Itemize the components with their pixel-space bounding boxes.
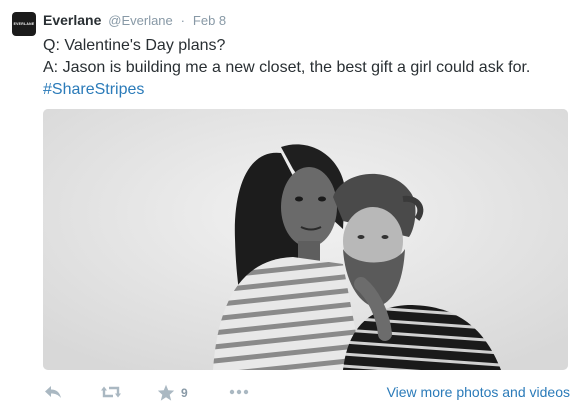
hashtag-link[interactable]: #ShareStripes <box>43 79 573 101</box>
reply-button[interactable] <box>43 384 63 400</box>
separator-dot: · <box>180 13 186 28</box>
avatar[interactable]: EVERLANE <box>12 12 36 36</box>
tweet-actions: 9 View more photos and videos <box>43 380 573 406</box>
star-icon <box>157 384 175 401</box>
tweet-line-2: A: Jason is building me a new closet, th… <box>43 59 531 76</box>
more-icon <box>229 389 249 395</box>
tweet-header: Everlane @Everlane · Feb 8 <box>43 12 226 30</box>
author-name[interactable]: Everlane <box>43 12 101 28</box>
view-more-media-link[interactable]: View more photos and videos <box>387 384 570 400</box>
author-handle[interactable]: @Everlane <box>108 13 173 28</box>
avatar-logo-text: EVERLANE <box>13 22 35 26</box>
reply-icon <box>45 386 61 398</box>
tweet-text: Q: Valentine's Day plans? A: Jason is bu… <box>43 35 573 101</box>
tweet-photo[interactable] <box>43 109 568 370</box>
tweet-line-1: Q: Valentine's Day plans? <box>43 37 226 54</box>
tweet-timestamp[interactable]: Feb 8 <box>193 13 226 28</box>
retweet-icon <box>101 386 121 398</box>
favorite-count: 9 <box>181 385 188 400</box>
retweet-button[interactable] <box>100 384 122 400</box>
more-button[interactable] <box>229 389 249 395</box>
photo-couple-image <box>43 109 568 370</box>
favorite-button[interactable]: 9 <box>157 384 188 401</box>
